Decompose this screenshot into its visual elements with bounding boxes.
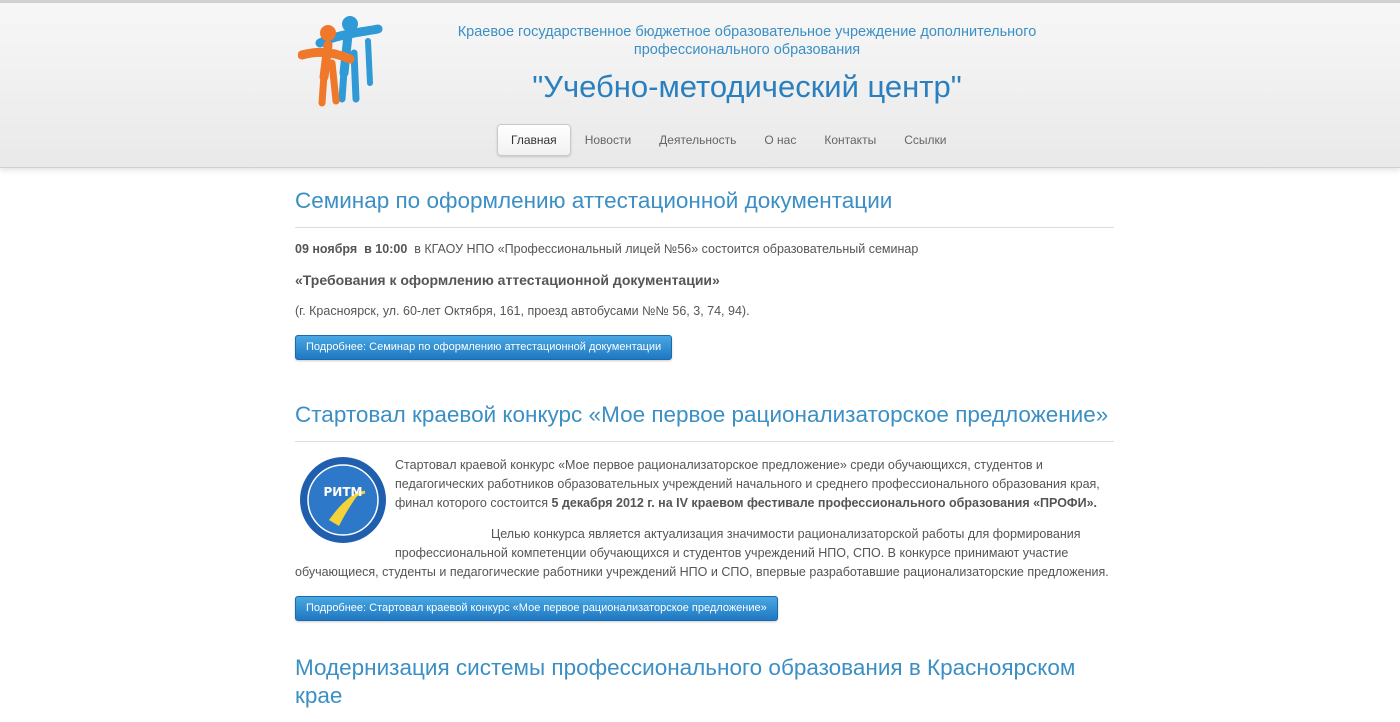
article-title-seminar[interactable]: Семинар по оформлению аттестационной док…	[295, 168, 1114, 228]
org-name-line-1: Краевое государственное бюджетное образо…	[457, 24, 1037, 40]
contest-p1-bold: 5 декабря 2012 г. на IV краевом фестивал…	[551, 496, 1098, 510]
article-seminar: Семинар по оформлению аттестационной док…	[295, 168, 1114, 360]
org-name-line-2: профессионального образования	[633, 42, 861, 58]
seminar-subject: «Требования к оформлению аттестационной …	[295, 272, 720, 288]
nav-item-news[interactable]: Новости	[571, 124, 645, 156]
seminar-date: 09 ноября	[295, 242, 358, 256]
article-modernization: Модернизация системы профессионального о…	[295, 635, 1114, 722]
article-title-modernization[interactable]: Модернизация системы профессионального о…	[295, 635, 1114, 722]
contest-paragraph-1: Стартовал краевой конкурс «Мое первое ра…	[295, 456, 1114, 513]
contest-paragraph-2: Целью конкурса является актуализация зна…	[295, 527, 1109, 579]
article-title-contest[interactable]: Стартовал краевой конкурс «Мое первое ра…	[295, 382, 1114, 442]
main-nav: Главная Новости Деятельность О нас Конта…	[497, 124, 960, 156]
site-title: "Учебно-методический центр"	[532, 69, 962, 104]
article-contest: Стартовал краевой конкурс «Мое первое ра…	[295, 382, 1114, 621]
ritm-logo-text: РИТМ	[324, 485, 363, 499]
seminar-time: в 10:00	[364, 242, 408, 256]
nav-item-contacts[interactable]: Контакты	[810, 124, 890, 156]
site-header: Краевое государственное бюджетное образо…	[0, 3, 1400, 168]
site-logo-icon[interactable]	[298, 13, 384, 107]
article-seminar-intro: 09 ноября в 10:00 в КГАОУ НПО «Профессио…	[295, 240, 1114, 259]
nav-item-about[interactable]: О нас	[750, 124, 810, 156]
nav-item-home[interactable]: Главная	[497, 124, 571, 156]
main-content: Семинар по оформлению аттестационной док…	[295, 168, 1114, 722]
seminar-more-button[interactable]: Подробнее: Семинар по оформлению аттеста…	[295, 335, 673, 360]
nav-item-links[interactable]: Ссылки	[890, 124, 960, 156]
seminar-intro-text: в КГАОУ НПО «Профессиональный лицей №56»…	[414, 242, 919, 256]
ritm-logo-icon: РИТМ	[300, 457, 386, 543]
nav-item-activity[interactable]: Деятельность	[645, 124, 750, 156]
contest-more-button[interactable]: Подробнее: Стартовал краевой конкурс «Мо…	[295, 596, 778, 621]
seminar-address: (г. Красноярск, ул. 60-лет Октября, 161,…	[295, 304, 750, 318]
